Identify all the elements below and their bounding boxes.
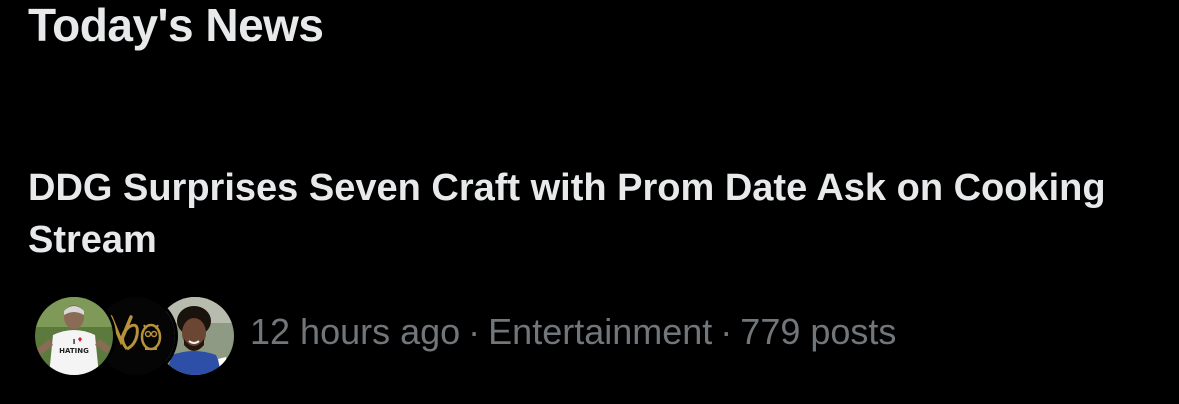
- avatar: I HATING: [32, 294, 116, 378]
- news-timestamp: 12 hours ago: [250, 311, 461, 352]
- meta-separator: ·: [720, 311, 733, 352]
- news-meta: 12 hours ago · Entertainment · 779 posts: [250, 311, 896, 353]
- shirt-text-line1: I: [73, 338, 76, 346]
- news-category: Entertainment: [488, 311, 713, 352]
- section-title: Today's News: [28, 0, 324, 51]
- meta-separator: ·: [468, 311, 481, 352]
- avatar-stack: I HATING: [32, 294, 237, 378]
- news-item[interactable]: DDG Surprises Seven Craft with Prom Date…: [0, 150, 1179, 404]
- shirt-text-line2: HATING: [59, 347, 89, 355]
- news-headline[interactable]: DDG Surprises Seven Craft with Prom Date…: [28, 162, 1138, 266]
- news-post-count: 779 posts: [740, 311, 897, 352]
